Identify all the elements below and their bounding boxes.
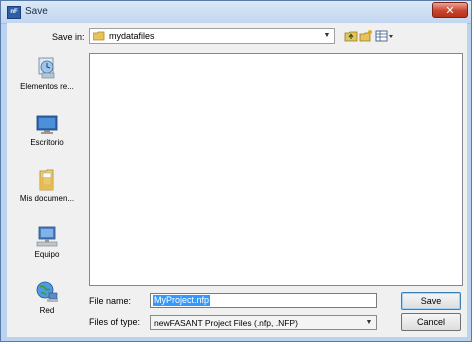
save-dialog: nF Save ✕ Save in: mydatafiles ▼ Element… xyxy=(0,0,472,342)
save-in-label: Save in: xyxy=(52,32,85,42)
chevron-down-icon: ▼ xyxy=(323,32,331,39)
recent-items-icon xyxy=(38,57,55,79)
place-label: Escritorio xyxy=(30,138,64,147)
up-one-level-icon[interactable] xyxy=(344,29,358,43)
file-name-value: MyProject.nfp xyxy=(153,295,211,306)
file-type-dropdown[interactable]: newFASANT Project Files (.nfp, .NFP) ▼ xyxy=(150,315,377,330)
file-name-input[interactable]: MyProject.nfp xyxy=(150,293,377,308)
my-documents-icon xyxy=(39,169,54,191)
network-icon xyxy=(36,281,58,302)
place-label: Mis documen... xyxy=(19,194,75,203)
dialog-body: Save in: mydatafiles ▼ Elementos re... E… xyxy=(7,23,467,337)
window-title: Save xyxy=(25,6,48,17)
save-button[interactable]: Save xyxy=(401,292,461,310)
save-in-value: mydatafiles xyxy=(109,31,155,41)
file-list[interactable] xyxy=(89,53,463,286)
place-recent-items[interactable]: Elementos re... xyxy=(11,55,83,111)
place-computer[interactable]: Equipo xyxy=(11,223,83,279)
app-icon: nF xyxy=(7,6,21,19)
save-in-dropdown[interactable]: mydatafiles ▼ xyxy=(89,28,335,44)
close-button[interactable]: ✕ xyxy=(432,2,468,18)
desktop-icon xyxy=(36,115,58,134)
chevron-down-icon: ▼ xyxy=(365,319,373,326)
place-my-documents[interactable]: Mis documen... xyxy=(11,167,83,223)
folder-icon xyxy=(93,31,105,41)
computer-icon xyxy=(36,226,58,247)
place-desktop[interactable]: Escritorio xyxy=(11,111,83,167)
file-type-value: newFASANT Project Files (.nfp, .NFP) xyxy=(154,318,298,328)
places-bar: Elementos re... Escritorio Mis documen..… xyxy=(11,53,83,335)
title-bar[interactable]: nF Save ✕ xyxy=(1,1,471,24)
place-label: Equipo xyxy=(34,250,60,259)
place-network[interactable]: Red xyxy=(11,279,83,335)
place-label: Elementos re... xyxy=(20,82,74,91)
file-name-label: File name: xyxy=(89,296,132,306)
place-label: Red xyxy=(39,306,55,315)
view-menu-icon[interactable] xyxy=(375,29,395,43)
cancel-button[interactable]: Cancel xyxy=(401,313,461,331)
new-folder-icon[interactable] xyxy=(359,29,373,43)
file-type-label: Files of type: xyxy=(89,317,141,327)
